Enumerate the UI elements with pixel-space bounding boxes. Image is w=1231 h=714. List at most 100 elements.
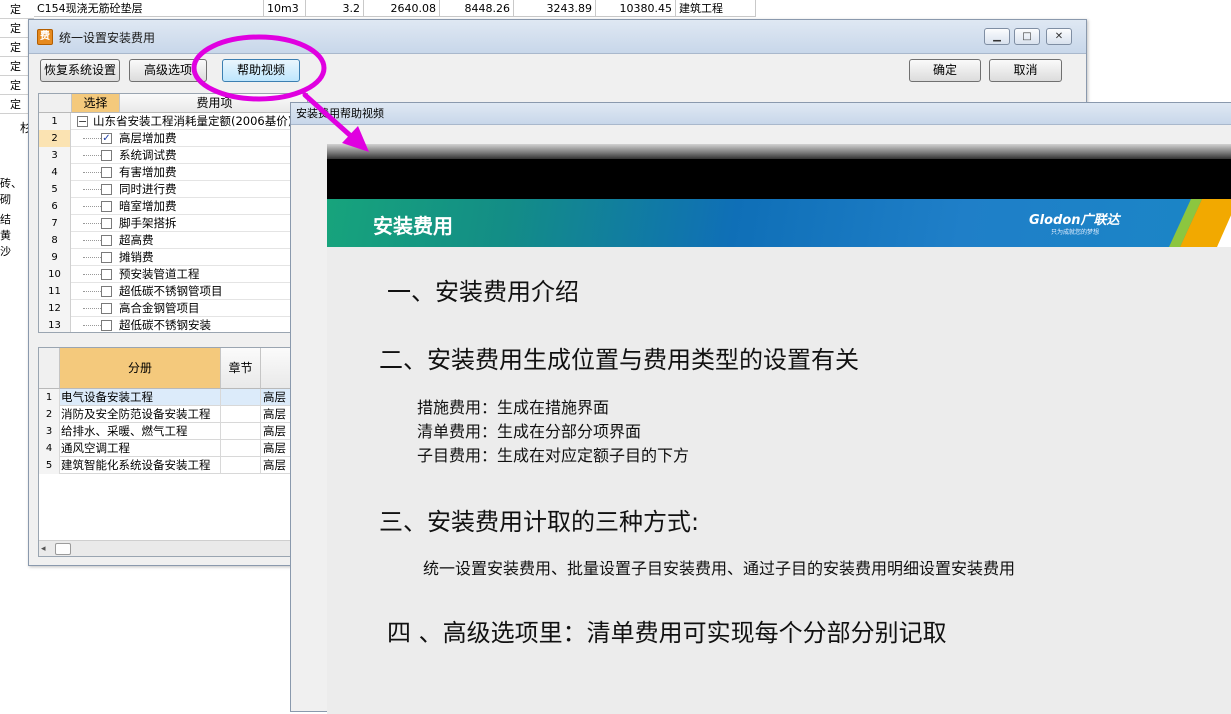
ok-button[interactable]: 确定	[909, 59, 981, 82]
bg-value-cell: 10380.45	[596, 0, 676, 17]
fee-item-row[interactable]: 1− 山东省安装工程消耗量定额(2006基价)	[39, 113, 307, 130]
fee-item-grid: 选择 费用项 1− 山东省安装工程消耗量定额(2006基价) 2 ✓ 高层增加费 3 系统调…	[38, 93, 308, 333]
volume-row[interactable]: 2 消防及安全防范设备安装工程 高层	[39, 406, 307, 423]
fee-item-checkbox[interactable]	[101, 303, 112, 314]
row-number-header	[39, 94, 72, 113]
row-number: 2	[39, 130, 71, 147]
fee-item-checkbox[interactable]	[101, 150, 112, 161]
volume-row[interactable]: 4 通风空调工程 高层	[39, 440, 307, 457]
bg-partial-text: 结黄沙	[0, 213, 11, 258]
fee-item-checkbox[interactable]	[101, 184, 112, 195]
minimize-icon[interactable]: ▁	[984, 28, 1010, 45]
fee-item-checkbox[interactable]	[101, 201, 112, 212]
fee-item-row[interactable]: 9 摊销费	[39, 249, 307, 266]
collapse-icon[interactable]: −	[77, 116, 88, 127]
volume-name: 电气设备安装工程	[61, 389, 221, 406]
fee-item-checkbox[interactable]	[101, 235, 112, 246]
fee-item-label: 超低碳不锈钢管项目	[119, 284, 223, 298]
tree-line	[83, 223, 101, 224]
volume-row[interactable]: 1 电气设备安装工程 高层	[39, 389, 307, 406]
row-number: 2	[39, 406, 60, 423]
fee-item-row[interactable]: 2 ✓ 高层增加费	[39, 130, 307, 147]
chapter-column-header[interactable]: 章节	[221, 348, 261, 389]
row-number: 9	[39, 249, 71, 266]
help-video-window: 安装费用帮助视频 安装费用 Glodon广联达 只为成就您的梦想 一、安装费用介…	[290, 102, 1231, 714]
horizontal-scrollbar[interactable]: ◂	[39, 540, 307, 556]
slide-top-bar	[327, 144, 1231, 159]
fee-item-column-header[interactable]: 费用项	[120, 94, 307, 113]
tree-line	[83, 189, 101, 190]
fee-item-row[interactable]: 12 高合金钢管项目	[39, 300, 307, 317]
fee-item-checkbox[interactable]	[101, 218, 112, 229]
slide-heading-2: 二、安装费用生成位置与费用类型的设置有关	[379, 346, 859, 374]
fee-item-checkbox[interactable]	[101, 252, 112, 263]
tree-line	[83, 257, 101, 258]
tree-line	[83, 325, 101, 326]
dialog-titlebar[interactable]: 费 统一设置安装费用 ▁ □ ✕	[29, 20, 1086, 54]
bg-value-cell: 8448.26	[440, 0, 514, 17]
row-number: 1	[39, 113, 71, 130]
fee-item-row[interactable]: 6 暗室增加费	[39, 198, 307, 215]
close-icon[interactable]: ✕	[1046, 28, 1072, 45]
scroll-thumb[interactable]	[55, 543, 71, 555]
row-number: 10	[39, 266, 71, 283]
row-number: 4	[39, 440, 60, 457]
scroll-left-icon[interactable]: ◂	[41, 544, 46, 554]
fee-item-label: 系统调试费	[119, 148, 177, 162]
restore-defaults-button[interactable]: 恢复系统设置	[40, 59, 120, 82]
fee-item-row[interactable]: 5 同时进行费	[39, 181, 307, 198]
tree-line	[83, 291, 101, 292]
fee-item-row[interactable]: 4 有害增加费	[39, 164, 307, 181]
fee-item-checkbox[interactable]	[101, 167, 112, 178]
fee-item-checkbox[interactable]	[101, 269, 112, 280]
fee-item-label: 同时进行费	[119, 182, 177, 196]
volume-row[interactable]: 3 给排水、采暖、燃气工程 高层	[39, 423, 307, 440]
dialog-title: 统一设置安装费用	[59, 31, 156, 45]
volume-name: 建筑智能化系统设备安装工程	[61, 457, 221, 474]
maximize-icon[interactable]: □	[1014, 28, 1040, 45]
row-number: 6	[39, 198, 71, 215]
fee-item-row[interactable]: 3 系统调试费	[39, 147, 307, 164]
volume-column-header[interactable]: 分册	[60, 348, 221, 389]
row-number: 1	[39, 389, 60, 406]
row-number: 7	[39, 215, 71, 232]
bg-category-cell: 建筑工程	[676, 0, 756, 17]
tree-line	[83, 274, 101, 275]
row-number: 3	[39, 423, 60, 440]
slide-text-2: 清单费用：生成在分部分项界面	[417, 422, 642, 441]
banner-title: 安装费用	[373, 214, 453, 238]
slide-text-4: 统一设置安装费用、批量设置子目安装费用、通过子目的安装费用明细设置安装费用	[423, 559, 1016, 578]
video-window-title[interactable]: 安装费用帮助视频	[291, 103, 1231, 125]
row-number: 11	[39, 283, 71, 300]
fee-item-row[interactable]: 13 超低碳不锈钢安装	[39, 317, 307, 332]
bg-qty-cell: 3.2	[306, 0, 364, 17]
fee-item-checkbox[interactable]	[101, 320, 112, 331]
slide-heading-1: 一、安装费用介绍	[387, 278, 579, 306]
fee-item-checkbox[interactable]: ✓	[101, 133, 112, 144]
bg-name-cell: C154现浇无筋砼垫层	[34, 0, 264, 17]
fee-item-label: 高层增加费	[119, 131, 177, 145]
fee-item-label: 超低碳不锈钢安装	[119, 318, 211, 332]
chapter-cell	[221, 423, 261, 440]
fee-item-checkbox[interactable]	[101, 286, 112, 297]
volume-grid: 分册 章节 1 电气设备安装工程 高层 2 消防及安全防范设备安装工程 高层 3 给排水、采暖…	[38, 347, 308, 557]
cancel-button[interactable]: 取消	[989, 59, 1062, 82]
video-slide: 安装费用 Glodon广联达 只为成就您的梦想 一、安装费用介绍 二、安装费用生…	[327, 144, 1231, 714]
fee-item-row[interactable]: 7 脚手架搭拆	[39, 215, 307, 232]
fee-item-row[interactable]: 11 超低碳不锈钢管项目	[39, 283, 307, 300]
volume-row[interactable]: 5 建筑智能化系统设备安装工程 高层	[39, 457, 307, 474]
app-icon: 费	[37, 29, 53, 45]
bg-value-cell: 3243.89	[514, 0, 596, 17]
fee-item-label: 高合金钢管项目	[119, 301, 200, 315]
slide-heading-3: 三、安装费用计取的三种方式:	[379, 508, 700, 536]
select-column-header[interactable]: 选择	[72, 94, 120, 113]
fee-item-row[interactable]: 8 超高费	[39, 232, 307, 249]
advanced-options-button[interactable]: 高级选项	[129, 59, 207, 82]
row-type: 定	[0, 0, 34, 19]
fee-item-label: 脚手架搭拆	[119, 216, 177, 230]
bg-value-cell: 2640.08	[364, 0, 440, 17]
help-video-button[interactable]: 帮助视频	[222, 59, 300, 82]
bg-unit-cell: 10m3	[264, 0, 306, 17]
fee-item-row[interactable]: 10 预安装管道工程	[39, 266, 307, 283]
brand-logo: Glodon广联达	[1029, 213, 1120, 228]
